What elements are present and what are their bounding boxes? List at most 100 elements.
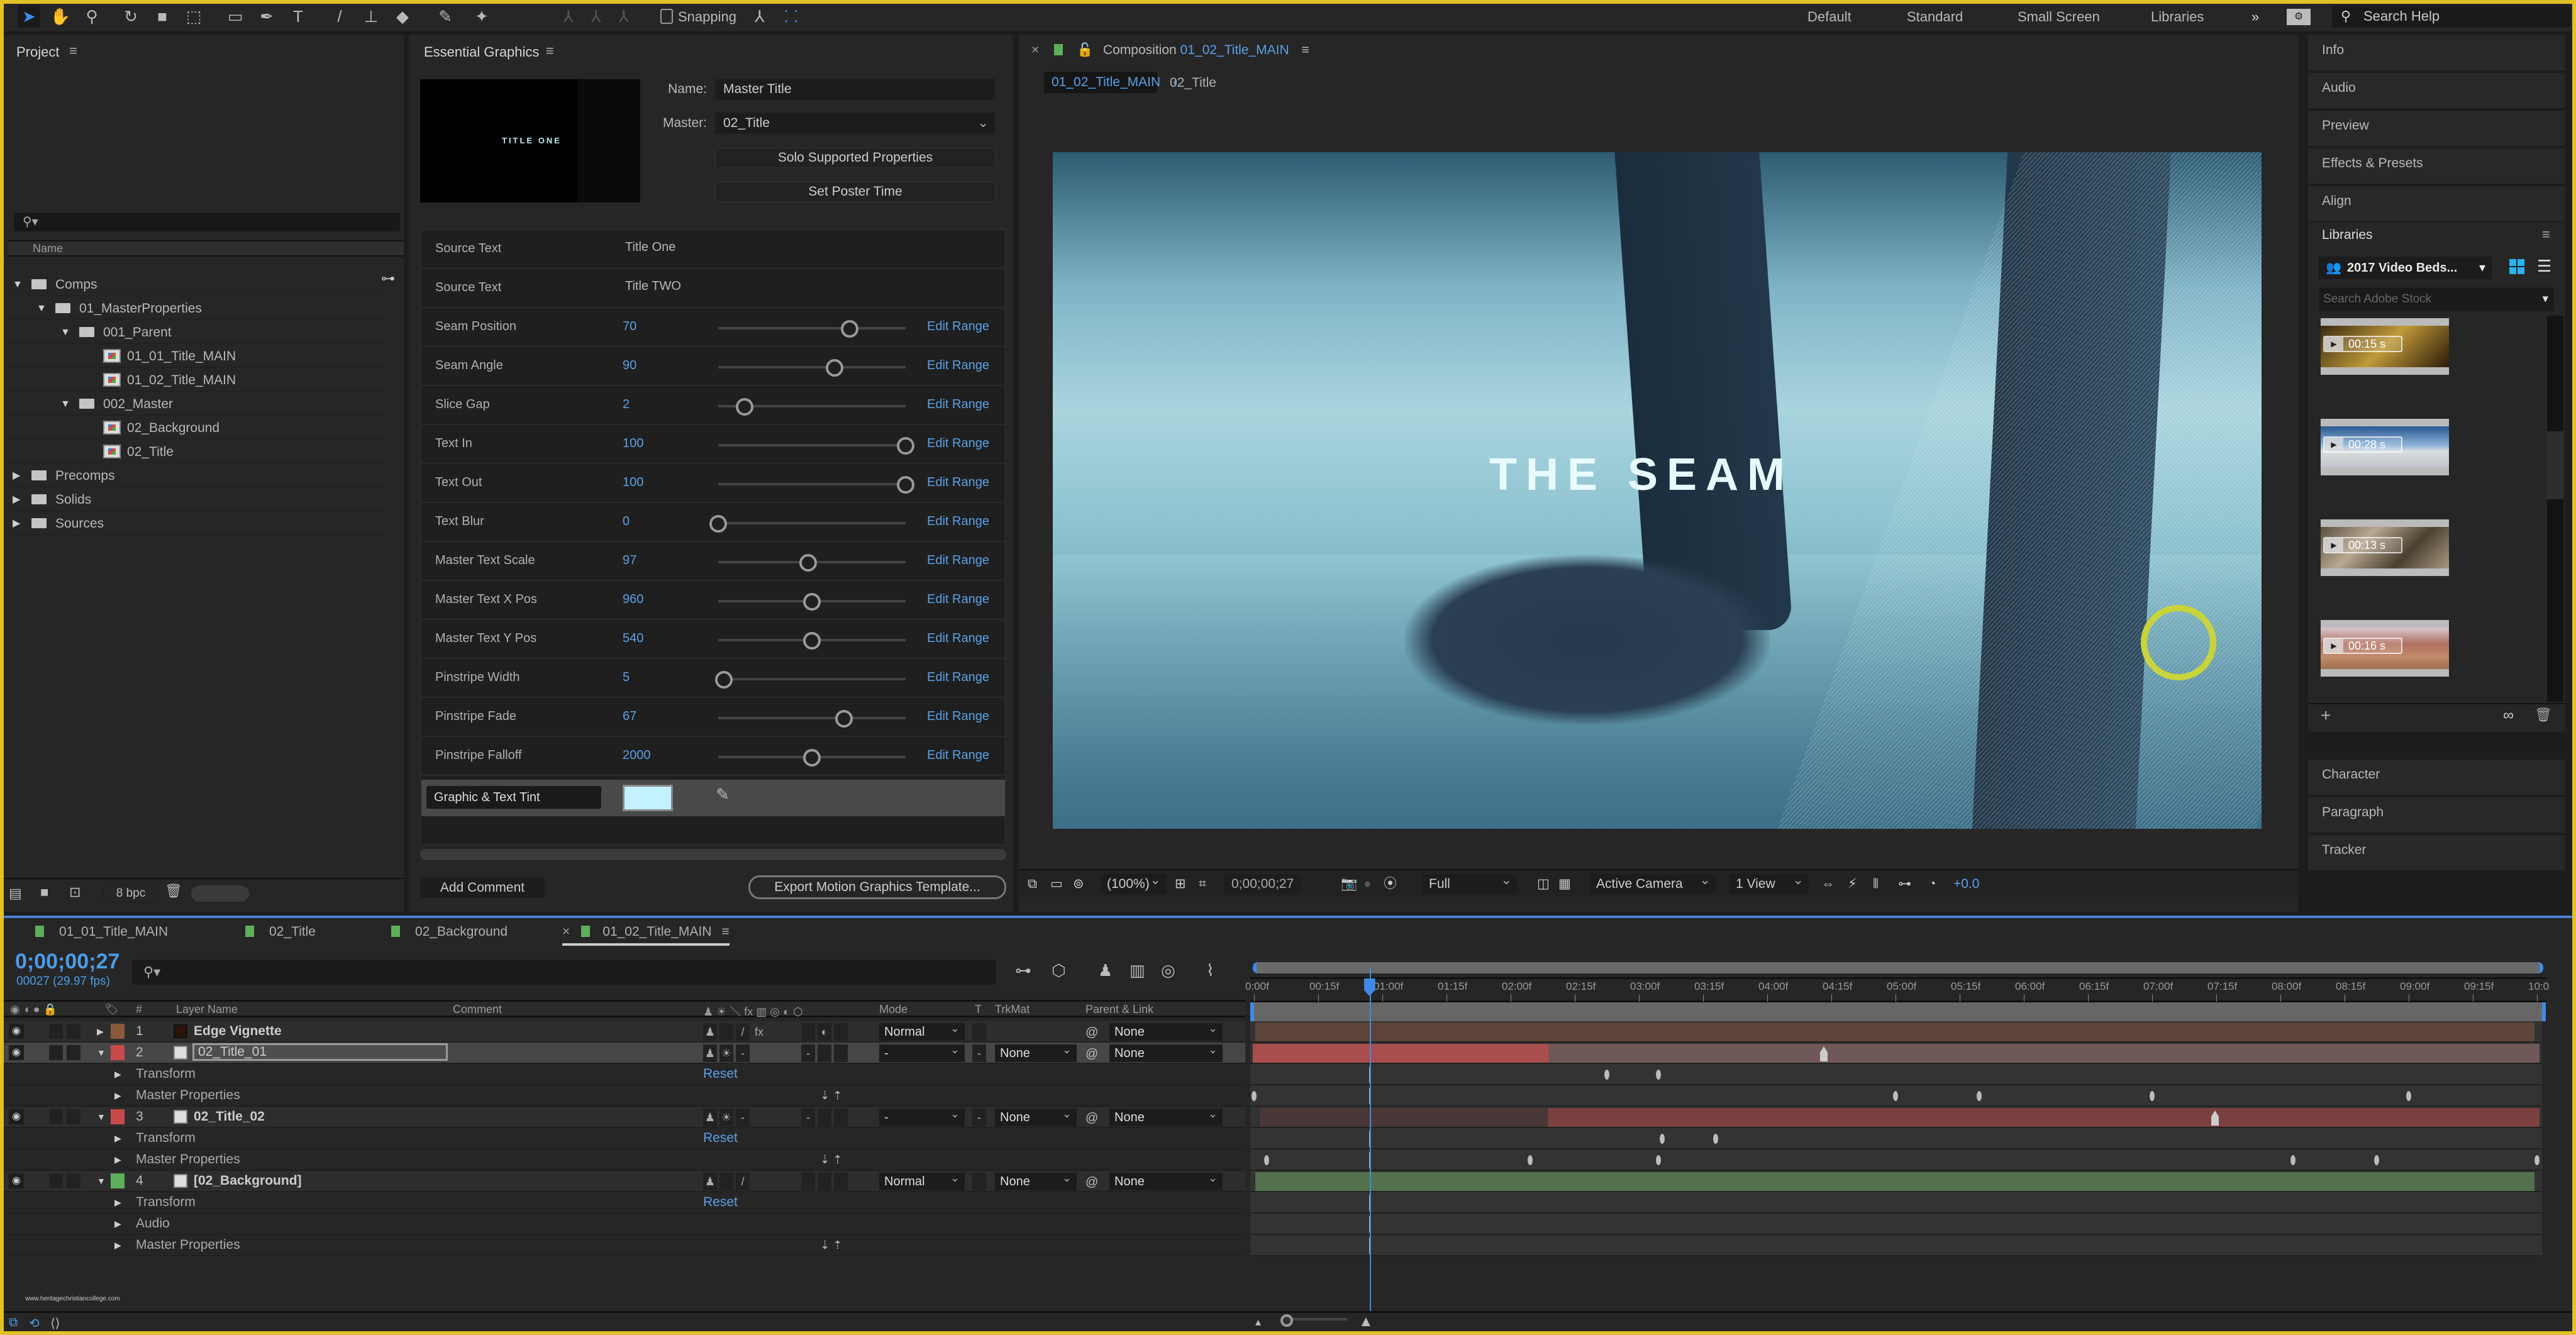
lock-switch[interactable]	[67, 1024, 80, 1039]
slider-knob[interactable]	[714, 671, 733, 689]
solo-switch[interactable]	[49, 1173, 63, 1188]
shy-layers-icon[interactable]: ♟	[1098, 961, 1113, 980]
disclosure-expanded-icon[interactable]: ▼	[36, 297, 47, 320]
layer-row[interactable]: ◉ ▶ 1 Edge Vignette ♟ /fx ◐ Normal @ None	[4, 1019, 1245, 1043]
layer-name[interactable]: Edge Vignette	[194, 1021, 282, 1041]
timeline-track[interactable]	[1250, 1064, 2542, 1085]
keyframe[interactable]	[1893, 1091, 1898, 1101]
keyframe[interactable]	[1264, 1155, 1270, 1165]
libraries-title[interactable]: Libraries	[2322, 228, 2373, 243]
stock-video-item[interactable]: 00:28 s	[2321, 419, 2449, 475]
collapse-switch[interactable]: ☀	[719, 1109, 733, 1126]
property-value[interactable]: 90	[623, 358, 636, 373]
solo-switch[interactable]	[49, 1024, 63, 1039]
project-item[interactable]: 01_01_Title_MAIN	[8, 345, 385, 368]
time-ruler[interactable]: 0:00f 00:15f 01:00f 01:15f 02:00f 02:15f 03:00…	[1245, 977, 2549, 1002]
edit-range-link[interactable]: Edit Range	[927, 553, 989, 568]
3d-switch[interactable]	[834, 1173, 848, 1190]
list-view-icon[interactable]: ☰	[2537, 257, 2551, 276]
quality-switch[interactable]: /	[736, 1023, 750, 1041]
new-composition-icon[interactable]: ⊡	[69, 884, 80, 900]
push-pull-properties-icon[interactable]: ⇣ ⇡	[820, 1085, 842, 1105]
timeline-icon[interactable]: ⫴	[1873, 874, 1879, 894]
timeline-track[interactable]	[1250, 1192, 2542, 1214]
lock-switch[interactable]	[67, 1109, 80, 1124]
layer-row[interactable]: ◉▼302_Title_02♟☀----None@None	[4, 1105, 1245, 1128]
visibility-eye-icon[interactable]: ◉	[9, 1109, 24, 1124]
panel-tab-paragraph[interactable]: Paragraph	[2308, 797, 2565, 833]
exposure-icon[interactable]: ◔	[1928, 874, 1936, 894]
edit-range-link[interactable]: Edit Range	[927, 436, 989, 451]
disclosure-expanded-icon[interactable]: ▼	[13, 273, 23, 296]
grid-view-icon[interactable]	[2509, 259, 2524, 274]
workspace-small-screen[interactable]: Small Screen	[2018, 9, 2100, 25]
quality-switch[interactable]: -	[736, 1044, 750, 1062]
edit-range-link[interactable]: Edit Range	[927, 319, 989, 334]
panel-tab-align[interactable]: Align	[2308, 186, 2565, 221]
timeline-tab-01-02-title-main[interactable]: × 01_02_Title_MAIN ≡	[562, 924, 730, 946]
disclosure-collapsed-icon[interactable]: ▶	[114, 1128, 121, 1148]
tint-color-swatch[interactable]	[623, 785, 673, 811]
slider-knob[interactable]	[897, 476, 914, 494]
parent-dropdown[interactable]: None	[1109, 1169, 1223, 1190]
collapse-switch[interactable]	[719, 1173, 733, 1190]
edit-range-link[interactable]: Edit Range	[927, 709, 989, 724]
trash-icon[interactable]: 🗑	[165, 883, 182, 899]
shy-switch[interactable]: ♟	[703, 1109, 717, 1126]
disclosure-collapsed-icon[interactable]: ▶	[114, 1235, 121, 1255]
keyframe[interactable]	[1655, 1070, 1661, 1080]
property-group-row[interactable]: ▶ Audio	[4, 1214, 1245, 1235]
push-pull-properties-icon[interactable]: ⇣ ⇡	[820, 1235, 842, 1255]
property-group-row[interactable]: ▶ Master Properties ⇣ ⇡	[4, 1149, 1245, 1171]
template-name-input[interactable]: Master Title	[714, 78, 996, 101]
snapshot-icon[interactable]: 📷	[1341, 874, 1357, 894]
project-search-input[interactable]: ⚲▾	[14, 213, 400, 231]
blend-mode-dropdown[interactable]: -	[879, 1105, 965, 1126]
slider-knob[interactable]	[803, 749, 821, 767]
add-comment-button[interactable]: Add Comment	[420, 878, 545, 898]
toggle-pixel-aspect-icon[interactable]: ⇔	[1821, 874, 1835, 894]
parent-dropdown[interactable]: None	[1109, 1019, 1223, 1041]
library-selector-dropdown[interactable]: 👥 2017 Video Beds... ▾	[2318, 257, 2492, 279]
layer-duration-bar[interactable]	[1253, 1044, 2540, 1063]
keyframe[interactable]	[1659, 1134, 1665, 1144]
keyframe[interactable]	[2290, 1155, 2296, 1165]
property-value[interactable]: 100	[623, 475, 643, 490]
view-axis-icon[interactable]: ⅄	[613, 5, 635, 28]
blend-mode-dropdown[interactable]: -	[879, 1041, 965, 1062]
current-time-display[interactable]: 0;00;00;27	[1224, 874, 1302, 894]
timeline-track[interactable]	[1250, 1043, 2542, 1064]
flowchart-icon[interactable]: ⊶	[1898, 874, 1911, 894]
shy-switch[interactable]: ♟	[703, 1044, 717, 1062]
parent-pick-whip-icon[interactable]: @	[1085, 1172, 1098, 1192]
workspace-libraries[interactable]: Libraries	[2151, 9, 2204, 25]
mask-visibility-icon[interactable]: ⊚	[1073, 874, 1084, 894]
composition-viewer[interactable]: THE SEAM	[1053, 152, 2262, 829]
parent-dropdown[interactable]: None	[1109, 1041, 1223, 1062]
always-preview-icon[interactable]: ⧉	[1028, 874, 1037, 894]
disclosure-collapsed-icon[interactable]: ▶	[13, 512, 20, 535]
property-value[interactable]: 67	[623, 709, 636, 724]
property-value[interactable]: 0	[623, 514, 630, 529]
property-group-row[interactable]: ▶ Transform Reset	[4, 1192, 1245, 1214]
adjustment-switch[interactable]: ◐	[818, 1023, 831, 1041]
set-poster-time-button[interactable]: Set Poster Time	[714, 181, 996, 202]
lock-icon[interactable]: 🔓	[1077, 43, 1093, 57]
eyedropper-icon[interactable]: ✎	[716, 785, 730, 804]
magnification-dropdown[interactable]: (100%)	[1101, 870, 1166, 894]
slider-track[interactable]	[718, 327, 906, 330]
disclosure-collapsed-icon[interactable]: ▶	[13, 488, 20, 511]
close-icon[interactable]: ×	[1031, 43, 1039, 57]
solo-supported-properties-button[interactable]: Solo Supported Properties	[714, 147, 996, 169]
properties-scrollbar[interactable]	[420, 849, 1006, 860]
blend-mode-dropdown[interactable]: Normal	[879, 1169, 965, 1190]
motion-blur-switch[interactable]: -	[801, 1109, 815, 1126]
edit-range-link[interactable]: Edit Range	[927, 592, 989, 607]
timeline-track[interactable]	[1250, 1128, 2542, 1149]
keyframe[interactable]	[1976, 1091, 1982, 1101]
edit-range-link[interactable]: Edit Range	[927, 748, 989, 763]
reset-link[interactable]: Reset	[703, 1128, 738, 1148]
trkmat-column-header[interactable]: TrkMat	[995, 1003, 1030, 1016]
property-value[interactable]: 2000	[623, 748, 651, 763]
property-value[interactable]: 70	[623, 319, 636, 334]
